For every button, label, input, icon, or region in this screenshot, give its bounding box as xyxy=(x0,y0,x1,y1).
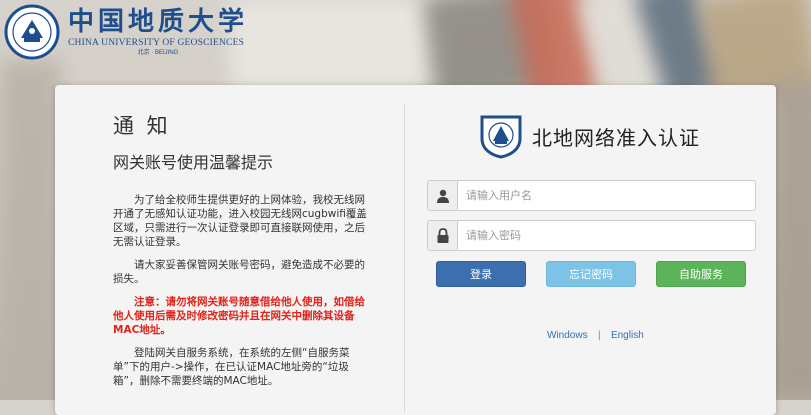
forgot-password-button[interactable]: 忘记密码 xyxy=(546,261,636,287)
self-service-button[interactable]: 自助服务 xyxy=(656,261,746,287)
login-header: 北地网络准入认证 xyxy=(478,113,700,159)
password-input[interactable] xyxy=(458,221,755,250)
login-button[interactable]: 登录 xyxy=(436,261,526,287)
notice-warning: 注意：请勿将网关账号随意借给他人使用，如借给他人使用后需及时修改密码并且在网关中… xyxy=(113,296,365,336)
university-name-en: CHINA UNIVERSITY OF GEOSCIENCES xyxy=(68,38,245,48)
notice-paragraph: 请大家妥善保管网关账号密码，避免造成不必要的损失。 xyxy=(113,259,365,285)
notice-paragraph: 为了给全校师生提供更好的上网体验，我校无线网开通了无感知认证功能，进入校园无线网… xyxy=(113,194,367,248)
notice-title: 通 知 xyxy=(113,114,171,138)
english-link[interactable]: English xyxy=(611,330,644,341)
username-field xyxy=(427,180,756,211)
notice-panel: 通 知 网关账号使用温馨提示 为了给全校师生提供更好的上网体验，我校无线网开通了… xyxy=(113,113,373,397)
notice-paragraph: 登陆网关自服务系统，在系统的左侧“自服务菜单”下的用户->操作，在已认证MAC地… xyxy=(113,347,350,387)
university-name-cn: 中国地质大学 xyxy=(68,7,249,37)
university-seal-icon xyxy=(480,115,522,159)
lock-icon xyxy=(428,221,458,250)
university-logo: 中国地质大学 CHINA UNIVERSITY OF GEOSCIENCES 北… xyxy=(4,4,248,60)
panel-divider xyxy=(404,103,405,413)
login-card: 通 知 网关账号使用温馨提示 为了给全校师生提供更好的上网体验，我校无线网开通了… xyxy=(55,85,776,415)
user-icon xyxy=(428,181,458,210)
university-seal-icon xyxy=(4,4,60,60)
username-input[interactable] xyxy=(458,181,755,210)
platform-links: Windows | English xyxy=(547,330,644,341)
link-separator: | xyxy=(597,330,601,341)
login-title: 北地网络准入认证 xyxy=(532,125,700,150)
password-field xyxy=(427,220,756,251)
windows-link[interactable]: Windows xyxy=(547,330,588,341)
university-location: 北京 · BEIJING xyxy=(137,50,179,56)
notice-subtitle: 网关账号使用温馨提示 xyxy=(113,153,274,172)
